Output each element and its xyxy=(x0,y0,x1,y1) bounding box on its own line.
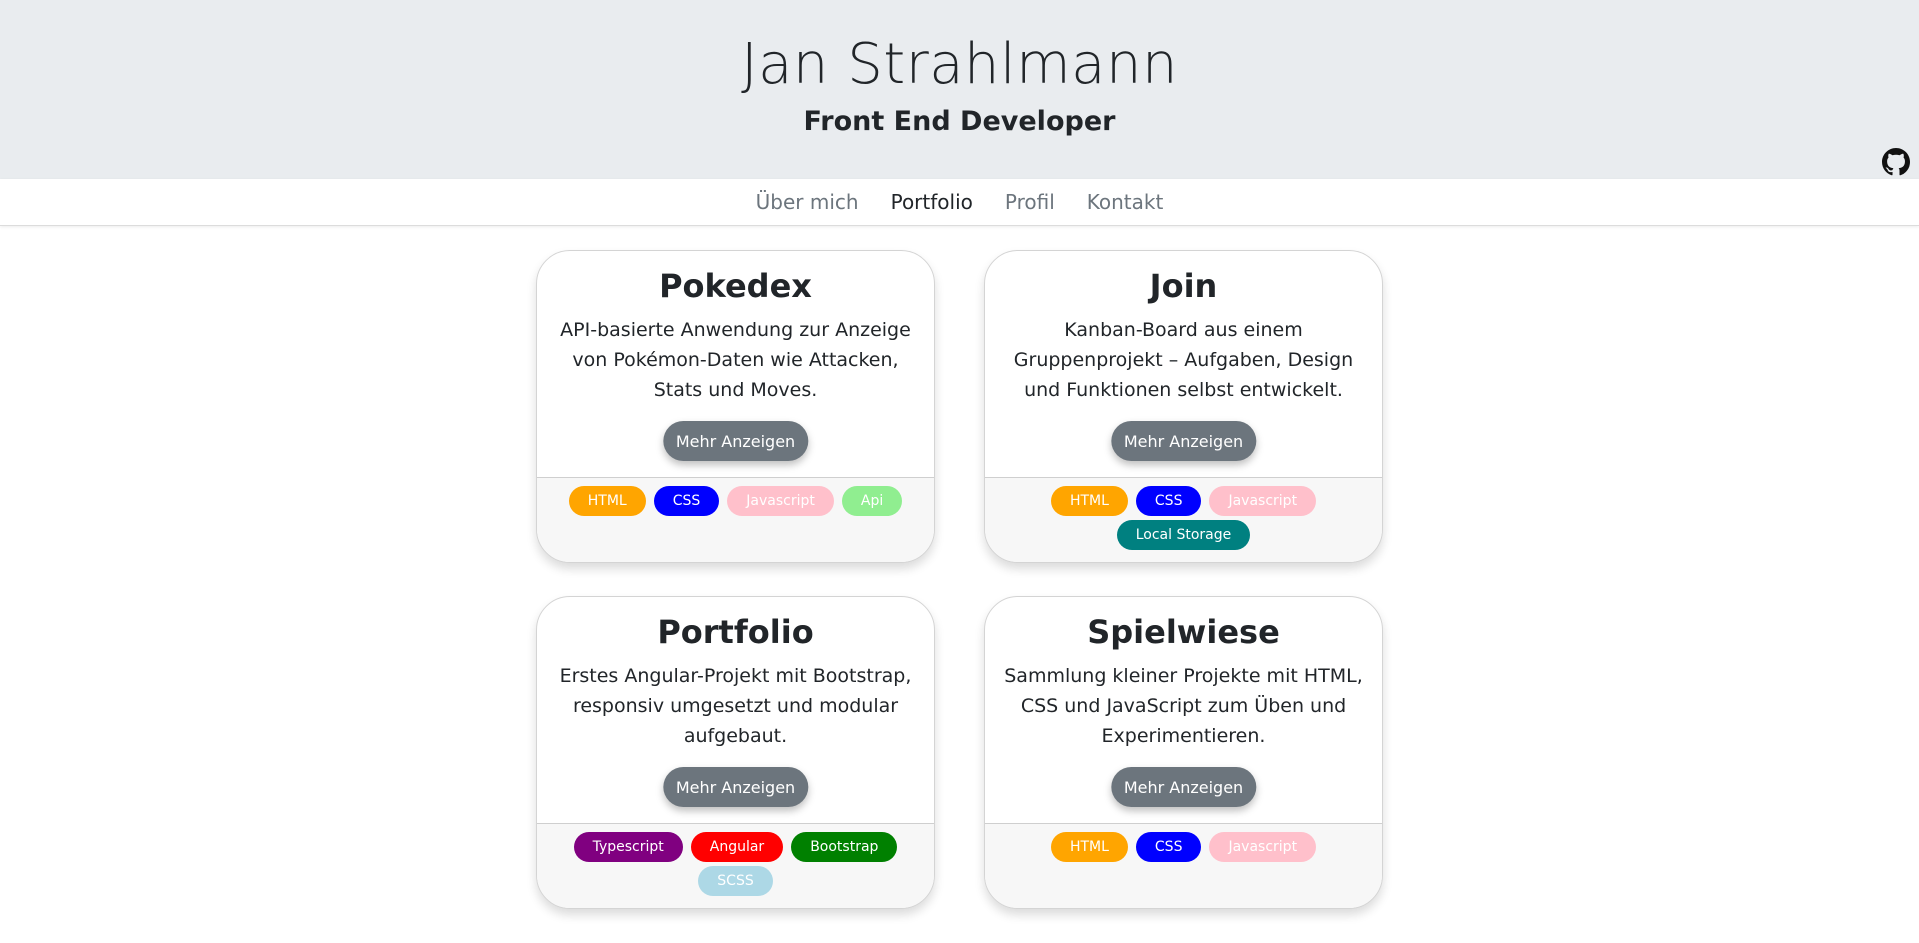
tag-scss: SCSS xyxy=(698,866,773,896)
show-more-button[interactable]: Mehr Anzeigen xyxy=(1110,421,1257,461)
tag-javascript: Javascript xyxy=(727,486,834,516)
show-more-button[interactable]: Mehr Anzeigen xyxy=(1110,767,1257,807)
tag-html: HTML xyxy=(1050,832,1128,862)
tag-bootstrap: Bootstrap xyxy=(791,832,898,862)
project-title: Join xyxy=(1149,267,1218,305)
tag-api: Api xyxy=(841,486,903,516)
page-header: Jan Strahlmann Front End Developer xyxy=(0,0,1919,179)
project-description: API-basierte Anwendung zur Anzeige von P… xyxy=(560,319,911,401)
tag-javascript: Javascript xyxy=(1209,832,1317,862)
tag-javascript: Javascript xyxy=(1209,486,1317,516)
tag-css: CSS xyxy=(653,486,720,516)
nav-item-profil[interactable]: Profil xyxy=(1005,190,1055,214)
show-more-button[interactable]: Mehr Anzeigen xyxy=(662,421,809,461)
project-title: Portfolio xyxy=(657,613,814,651)
project-description: Sammlung kleiner Projekte mit HTML, CSS … xyxy=(1004,665,1363,747)
tag-list: HTML CSS Javascript xyxy=(985,823,1382,908)
tag-list: Typescript Angular Bootstrap SCSS xyxy=(537,823,934,908)
nav-item-ueber-mich[interactable]: Über mich xyxy=(756,190,859,214)
tag-angular: Angular xyxy=(690,832,784,862)
tag-html: HTML xyxy=(568,486,646,516)
project-card-portfolio: Portfolio Erstes Angular-Projekt mit Boo… xyxy=(536,596,935,909)
page-subtitle: Front End Developer xyxy=(803,106,1116,137)
main-nav: Über mich Portfolio Profil Kontakt xyxy=(0,179,1919,226)
project-card-pokedex: Pokedex API-basierte Anwendung zur Anzei… xyxy=(536,250,935,563)
tag-css: CSS xyxy=(1135,832,1202,862)
project-card-spielwiese: Spielwiese Sammlung kleiner Projekte mit… xyxy=(984,596,1383,909)
tag-local-storage: Local Storage xyxy=(1116,520,1251,550)
nav-item-portfolio[interactable]: Portfolio xyxy=(891,190,973,214)
show-more-button[interactable]: Mehr Anzeigen xyxy=(662,767,809,807)
project-card-join: Join Kanban-Board aus einem Gruppenproje… xyxy=(984,250,1383,563)
project-description: Kanban-Board aus einem Gruppenprojekt – … xyxy=(1013,319,1354,401)
nav-item-kontakt[interactable]: Kontakt xyxy=(1087,190,1164,214)
tag-html: HTML xyxy=(1050,486,1128,516)
tag-css: CSS xyxy=(1135,486,1202,516)
tag-list: HTML CSS Javascript Local Storage xyxy=(985,477,1382,562)
tag-list: HTML CSS Javascript Api xyxy=(537,477,934,562)
github-icon[interactable] xyxy=(1882,148,1910,176)
tag-typescript: Typescript xyxy=(573,832,683,862)
project-title: Pokedex xyxy=(659,267,812,305)
project-title: Spielwiese xyxy=(1087,613,1280,651)
project-description: Erstes Angular-Projekt mit Bootstrap, re… xyxy=(559,665,912,747)
page-title: Jan Strahlmann xyxy=(741,32,1178,97)
